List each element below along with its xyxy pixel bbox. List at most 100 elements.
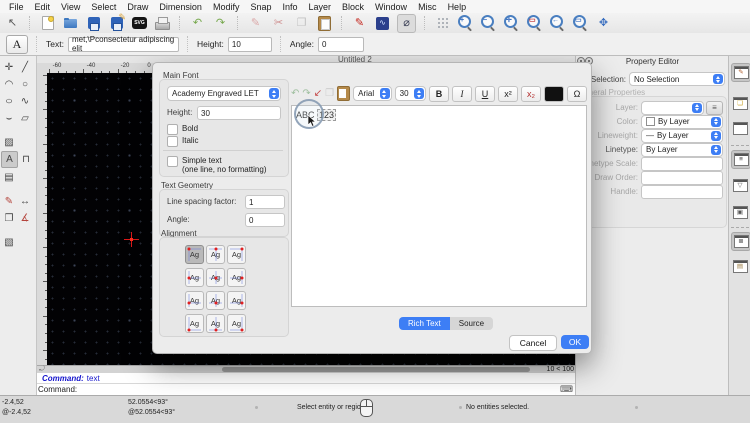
menu-window[interactable]: Window [375, 2, 407, 12]
linetype-scale-input[interactable] [641, 156, 723, 171]
align-base-left-button[interactable]: Ag [185, 291, 204, 310]
hatch-tool[interactable]: ▨ [1, 134, 17, 150]
align-top-right-button[interactable]: Ag [227, 245, 246, 264]
svg-export-icon[interactable]: SVG [131, 15, 148, 32]
auto-zoom-icon[interactable]: ✛ [503, 15, 520, 32]
pan-back-icon[interactable]: ← [549, 15, 566, 32]
command-input[interactable]: Command: ⌨ [35, 384, 578, 395]
new-file-icon[interactable] [39, 15, 56, 32]
align-middle-left-button[interactable]: Ag [185, 268, 204, 287]
simple-text-checkbox[interactable]: Simple text (one line, no formatting) [167, 156, 267, 174]
height-input[interactable]: 10 [227, 36, 272, 52]
align-base-center-button[interactable]: Ag [206, 291, 225, 310]
grid-icon[interactable] [434, 15, 451, 32]
menu-layer[interactable]: Layer [309, 2, 332, 12]
bold-checkbox[interactable]: Bold [167, 124, 198, 135]
cancel-button[interactable]: Cancel [509, 335, 557, 351]
save-icon[interactable] [85, 15, 102, 32]
editor-paste-icon[interactable] [337, 86, 351, 101]
align-top-left-button[interactable]: Ag [185, 245, 204, 264]
menu-snap[interactable]: Snap [250, 2, 271, 12]
italic-button[interactable]: I [452, 85, 472, 102]
block-list-panel-icon[interactable] [731, 120, 749, 137]
italic-checkbox[interactable]: Italic [167, 136, 198, 147]
bold-button[interactable]: B [429, 85, 449, 102]
zoom-in-icon[interactable]: + [457, 15, 474, 32]
redo-icon[interactable]: ↷ [212, 15, 229, 32]
menu-modify[interactable]: Modify [213, 2, 240, 12]
block-3d-tool[interactable]: ▧ [1, 234, 17, 250]
tab-rich-text[interactable]: Rich Text [399, 317, 450, 330]
align-base-right-button[interactable]: Ag [227, 291, 246, 310]
paste-icon[interactable] [316, 15, 333, 32]
zoom-previous-icon[interactable]: ▭ [526, 15, 543, 32]
dimension-tool[interactable]: ⊓ [18, 151, 34, 167]
arc-tool[interactable]: ◠ [1, 76, 17, 92]
underline-button[interactable]: U [475, 85, 495, 102]
editor-undo-icon[interactable]: ↶ [291, 87, 299, 101]
text-tool[interactable]: A [1, 151, 18, 168]
draw-disabled-icon[interactable]: ✎ [247, 15, 264, 32]
undo-icon[interactable]: ↶ [189, 15, 206, 32]
align-bottom-left-button[interactable]: Ag [185, 314, 204, 333]
image-tool[interactable]: ▤ [1, 169, 17, 185]
angle-input[interactable]: 0 [318, 36, 364, 52]
align-middle-center-button[interactable]: Ag [206, 268, 225, 287]
editor-copy-icon[interactable]: ❐ [325, 87, 334, 101]
edit-text-icon[interactable]: ✎ [351, 15, 368, 32]
command-line-panel-icon[interactable]: ≡ [731, 150, 750, 169]
editor-font-dropdown[interactable]: Arial [353, 86, 392, 101]
ellipse-tool[interactable]: ○ [0, 93, 20, 109]
line-spacing-input[interactable]: 1 [245, 195, 285, 209]
menu-view[interactable]: View [61, 2, 80, 12]
menu-help[interactable]: Help [448, 2, 467, 12]
color-dropdown[interactable]: By Layer [641, 114, 723, 129]
align-middle-right-button[interactable]: Ag [227, 268, 246, 287]
menu-info[interactable]: Info [283, 2, 298, 12]
menu-select[interactable]: Select [91, 2, 116, 12]
copy-icon[interactable]: ❐ [293, 15, 310, 32]
draw-order-input[interactable] [641, 170, 723, 185]
line-tool[interactable]: ╱ [17, 59, 33, 75]
cut-icon[interactable]: ✂ [270, 15, 287, 32]
linetype-dropdown[interactable]: By Layer [641, 142, 723, 157]
geometry-angle-input[interactable]: 0 [245, 213, 285, 227]
pointer-icon[interactable]: ↖ [4, 15, 21, 32]
superscript-button[interactable]: x² [498, 85, 518, 102]
polyline-tool[interactable]: ⌣ [1, 110, 17, 126]
open-file-icon[interactable] [62, 15, 79, 32]
layer-menu-button[interactable]: ≡ [706, 100, 723, 115]
library-browser-panel-icon[interactable]: ▣ [731, 204, 749, 221]
rich-text-editor[interactable]: ABC 123 [291, 105, 587, 307]
layer-list-panel-icon[interactable]: ❏ [731, 95, 749, 112]
text-style-button[interactable]: A [6, 34, 28, 54]
text-input[interactable]: met,\Pconsectetur adipiscing elit [67, 35, 179, 53]
menu-misc[interactable]: Misc [418, 2, 437, 12]
layer-dropdown[interactable] [641, 100, 704, 115]
lineweight-dropdown[interactable]: — By Layer [641, 128, 723, 143]
keyboard-icon[interactable]: ⌨ [560, 384, 573, 395]
print-icon[interactable] [154, 15, 171, 32]
zoom-out-icon[interactable]: − [480, 15, 497, 32]
special-character-button[interactable]: Ω [567, 85, 587, 102]
pan-icon[interactable]: ✥ [595, 15, 612, 32]
menu-draw[interactable]: Draw [127, 2, 148, 12]
editor-size-dropdown[interactable]: 30 [394, 86, 426, 101]
menu-dimension[interactable]: Dimension [159, 2, 202, 12]
text-panel-icon[interactable]: ≣ [731, 232, 750, 251]
zoom-window-icon[interactable]: ▭ [572, 15, 589, 32]
scrollbar-thumb[interactable] [222, 367, 530, 372]
menu-edit[interactable]: Edit [35, 2, 51, 12]
measure-tool[interactable]: ∡ [17, 210, 33, 226]
diameter-icon[interactable]: ⌀ [397, 13, 416, 33]
tab-source[interactable]: Source [449, 317, 494, 330]
save-as-icon[interactable]: ✎ [108, 12, 126, 32]
property-editor-panel-icon[interactable]: ✎ [731, 63, 750, 82]
align-top-center-button[interactable]: Ag [206, 245, 225, 264]
polyline-edit-icon[interactable]: ∿ [374, 15, 391, 32]
align-bottom-center-button[interactable]: Ag [206, 314, 225, 333]
point-tool[interactable]: ✛ [1, 59, 17, 75]
selection-dropdown[interactable]: No Selection [629, 72, 725, 86]
circle-tool[interactable]: ○ [17, 76, 33, 92]
font-family-dropdown[interactable]: Academy Engraved LET [167, 86, 281, 101]
